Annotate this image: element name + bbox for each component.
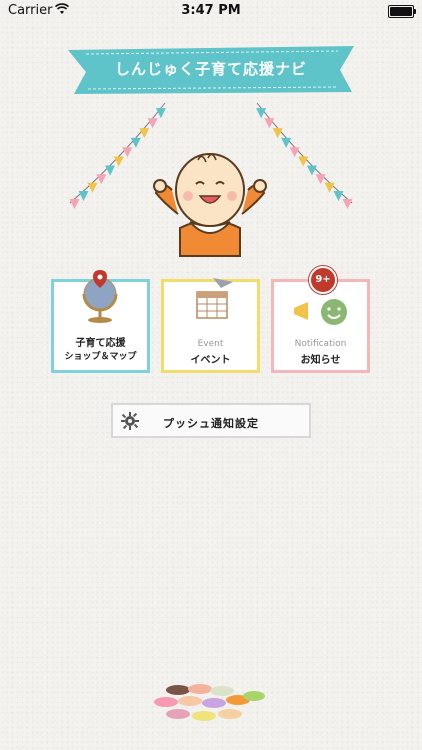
bunting-flag <box>69 199 80 210</box>
event-tile-label: イベント <box>190 355 231 366</box>
bunting-flag <box>324 182 335 193</box>
bunting-flag <box>298 156 309 167</box>
calendar-icon <box>196 278 233 319</box>
event-tile-sublabel: Event <box>197 339 224 349</box>
push-settings-button[interactable]: プッシュ通知設定 <box>111 403 311 438</box>
bunting-flag <box>105 165 116 176</box>
bunting-flag <box>122 147 133 158</box>
notification-tile-sublabel: Notification <box>294 339 347 349</box>
bunting-flag <box>147 118 158 129</box>
event-tile[interactable]: Event イベント <box>161 278 260 373</box>
bunting-flag <box>130 137 141 148</box>
bunting-flag <box>139 128 150 139</box>
bunting-flag <box>315 174 326 185</box>
notification-tile-label: お知らせ <box>300 355 341 366</box>
gear-icon <box>121 412 139 430</box>
bunting-flag <box>333 191 344 202</box>
smiley-megaphone-icon <box>294 299 347 325</box>
notification-count-badge: 9+ <box>309 266 337 294</box>
baby-mascot <box>153 153 267 257</box>
bunting-flag <box>289 147 300 158</box>
bunting-flag <box>96 174 107 185</box>
macarons-decoration <box>154 684 265 721</box>
bunting-flag <box>342 199 353 210</box>
bunting-flag <box>113 156 124 167</box>
globe-map-pin-icon <box>82 270 118 323</box>
bunting-flag <box>264 118 275 129</box>
bunting-flag <box>272 128 283 139</box>
shop-map-tile[interactable]: 子育て応援 ショップ＆マップ <box>51 270 150 373</box>
shop-tile-label-line2: ショップ＆マップ <box>64 352 137 362</box>
bunting-flag <box>281 137 292 148</box>
push-settings-label: プッシュ通知設定 <box>163 417 259 430</box>
bunting-flag <box>78 191 89 202</box>
bunting-flag <box>306 165 317 176</box>
bunting-flag <box>87 182 98 193</box>
shop-tile-label-line1: 子育て応援 <box>75 338 126 349</box>
